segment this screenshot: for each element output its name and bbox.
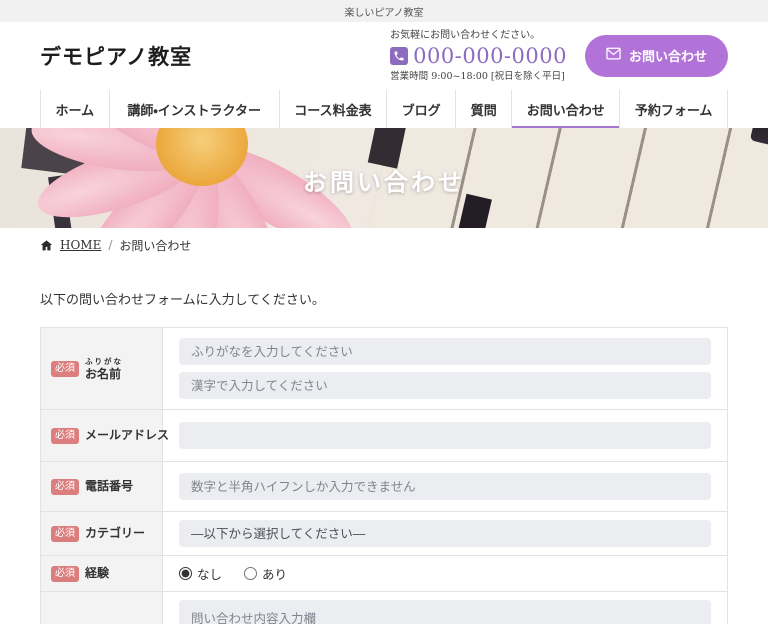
required-badge: 必須 [51, 361, 79, 377]
nav-item-faq[interactable]: 質問 [455, 90, 511, 128]
header-contact-area: お気軽にお問い合わせください。 000-000-0000 営業時間 9:00~1… [390, 29, 728, 84]
phone-number[interactable]: 000-000-0000 [413, 43, 567, 70]
message-textarea[interactable] [179, 600, 711, 624]
nav-item-reservation[interactable]: 予約フォーム [619, 90, 728, 128]
site-tagline-bar: 楽しいピアノ教室 [0, 0, 768, 22]
nav-item-instructors[interactable]: 講師・インストラクター [109, 90, 279, 128]
experience-label-cell: 必須 経験 [41, 556, 163, 591]
email-label: メールアドレス [85, 428, 169, 443]
required-badge: 必須 [51, 428, 79, 444]
category-label-cell: 必須 カテゴリー [41, 512, 163, 555]
contact-button[interactable]: お問い合わせ [585, 35, 728, 77]
page-title: お問い合わせ [0, 163, 768, 198]
experience-label: 経験 [85, 566, 109, 581]
form-row-name: 必須 ふりがな お名前 [41, 328, 727, 410]
phone-row: 000-000-0000 [390, 43, 567, 70]
breadcrumb-separator: / [108, 238, 112, 252]
phone-icon [390, 47, 408, 65]
form-row-experience: 必須 経験 なし あり [41, 556, 727, 592]
business-hours: 営業時間 9:00~18:00 [祝日を除く平日] [390, 71, 567, 83]
breadcrumb-current: お問い合わせ [119, 237, 191, 254]
main-content: 以下の問い合わせフォームに入力してください。 必須 ふりがな お名前 必須 メー… [0, 289, 768, 624]
site-header: デモピアノ教室 お気軽にお問い合わせください。 000-000-0000 営業時… [0, 22, 768, 90]
experience-radio-ari[interactable] [244, 567, 257, 580]
required-badge: 必須 [51, 479, 79, 495]
category-select[interactable]: —以下から選択してください— [179, 520, 711, 547]
home-icon [40, 239, 53, 252]
name-furigana-input[interactable] [179, 338, 711, 365]
message-label-cell [41, 592, 163, 624]
contact-info: お気軽にお問い合わせください。 000-000-0000 営業時間 9:00~1… [390, 29, 567, 84]
name-label: お名前 [85, 367, 123, 382]
phone-label: 電話番号 [85, 479, 133, 494]
form-row-message [41, 592, 727, 624]
form-row-category: 必須 カテゴリー —以下から選択してください— [41, 512, 727, 556]
nav-item-blog[interactable]: ブログ [386, 90, 455, 128]
email-input[interactable] [179, 422, 711, 449]
name-label-cell: 必須 ふりがな お名前 [41, 328, 163, 409]
phone-input[interactable] [179, 473, 711, 500]
form-row-email: 必須 メールアドレス [41, 410, 727, 462]
experience-option-yes[interactable]: あり [244, 564, 287, 583]
hero-banner: お問い合わせ [0, 128, 768, 228]
experience-radio-group: なし あり [179, 564, 711, 583]
contact-button-label: お問い合わせ [629, 46, 707, 65]
contact-form: 必須 ふりがな お名前 必須 メールアドレス [40, 327, 728, 624]
nav-item-contact[interactable]: お問い合わせ [511, 90, 619, 128]
site-logo[interactable]: デモピアノ教室 [40, 41, 192, 71]
breadcrumb-home-link[interactable]: HOME [60, 238, 101, 252]
email-label-cell: 必須 メールアドレス [41, 410, 163, 461]
experience-radio-nashi[interactable] [179, 567, 192, 580]
form-row-phone: 必須 電話番号 [41, 462, 727, 512]
nav-item-home[interactable]: ホーム [40, 90, 109, 128]
nav-item-pricing[interactable]: コース料金表 [279, 90, 386, 128]
main-nav: ホーム 講師・インストラクター コース料金表 ブログ 質問 お問い合わせ 予約フ… [40, 90, 728, 128]
name-furigana-caption: ふりがな [85, 356, 123, 367]
required-badge: 必須 [51, 526, 79, 542]
breadcrumb: HOME / お問い合わせ [0, 228, 768, 262]
category-label: カテゴリー [85, 526, 145, 541]
contact-note: お気軽にお問い合わせください。 [390, 29, 567, 42]
envelope-icon [606, 47, 621, 64]
phone-label-cell: 必須 電話番号 [41, 462, 163, 511]
site-tagline: 楽しいピアノ教室 [344, 4, 423, 19]
name-kanji-input[interactable] [179, 372, 711, 399]
experience-option-none[interactable]: なし [179, 564, 222, 583]
required-badge: 必須 [51, 566, 79, 582]
form-intro-text: 以下の問い合わせフォームに入力してください。 [40, 289, 728, 308]
